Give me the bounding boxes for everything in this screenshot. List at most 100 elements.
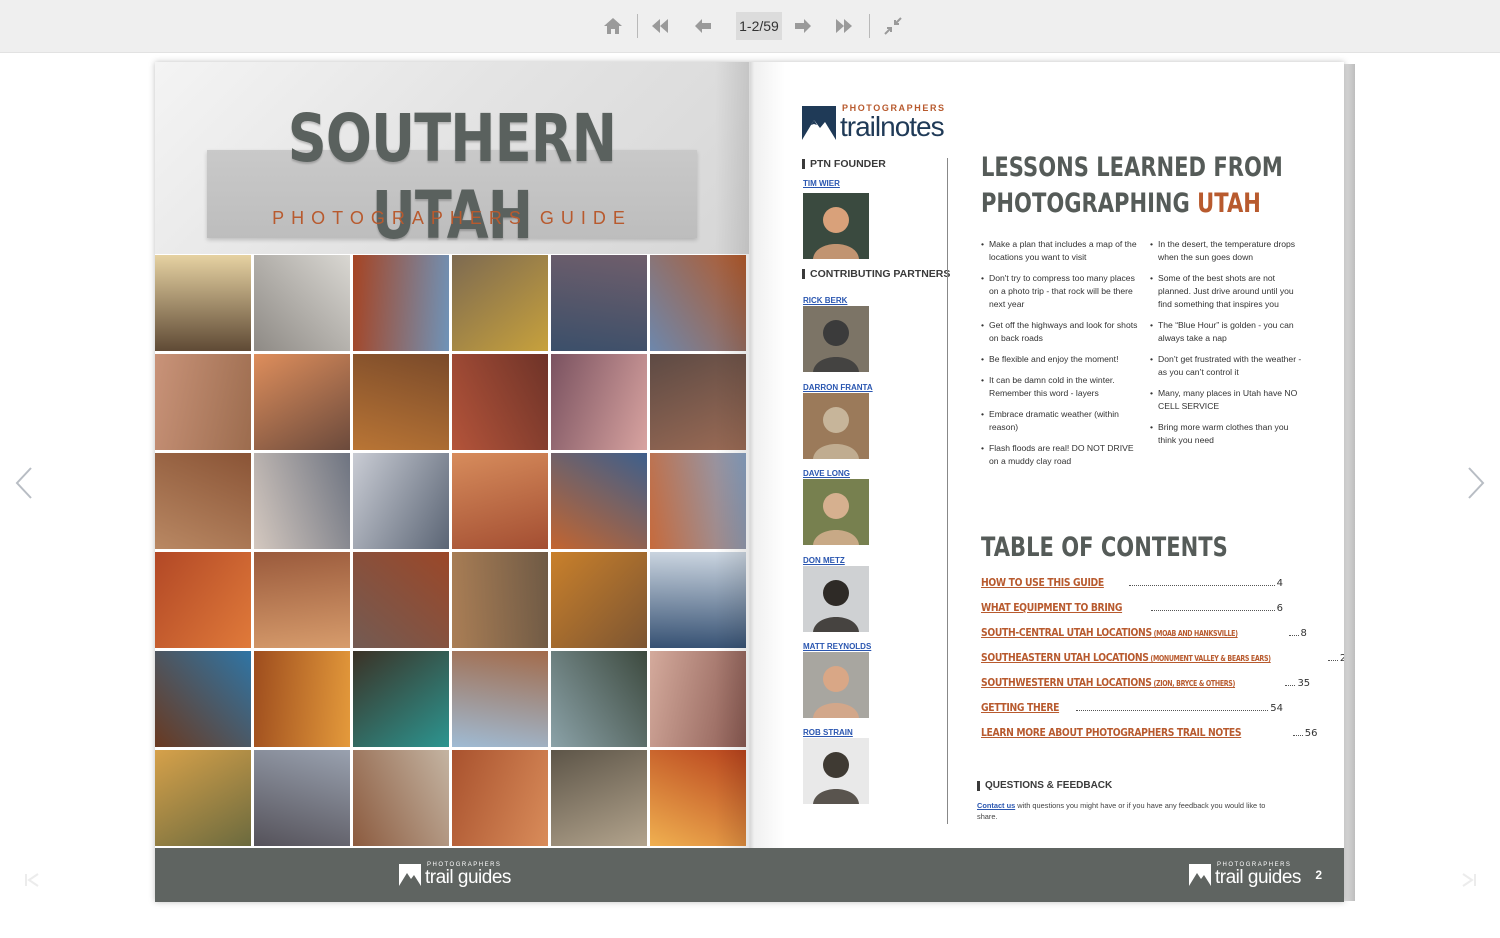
toc-link[interactable]: SOUTH-CENTRAL UTAH LOCATIONS (MOAB AND H… bbox=[981, 626, 1238, 639]
questions-feedback-text: Contact us with questions you might have… bbox=[977, 801, 1266, 821]
mountain-logo-icon bbox=[399, 863, 421, 886]
toc-page-number: 56 bbox=[1304, 728, 1318, 739]
toc-leader-dots bbox=[1327, 660, 1338, 661]
page-number: 2 bbox=[1315, 868, 1322, 882]
lesson-item: Get off the highways and look for shots … bbox=[981, 319, 1141, 345]
toc-link[interactable]: SOUTHWESTERN UTAH LOCATIONS (ZION, BRYCE… bbox=[981, 676, 1235, 689]
last-page-corner-icon[interactable] bbox=[1461, 872, 1477, 888]
photo-tile bbox=[551, 750, 647, 846]
lessons-column-1: Make a plan that includes a map of the l… bbox=[981, 238, 1141, 476]
toc-row[interactable]: HOW TO USE THIS GUIDE 4 bbox=[981, 576, 1283, 601]
toc-leader-dots bbox=[1292, 735, 1303, 736]
photo-tile bbox=[353, 354, 449, 450]
toolbar-separator bbox=[869, 14, 870, 38]
partner-photo bbox=[803, 738, 869, 804]
right-footer: PHOTOGRAPHERS trail guides 2 bbox=[749, 848, 1344, 902]
toc-link[interactable]: HOW TO USE THIS GUIDE bbox=[981, 576, 1104, 589]
previous-page-icon[interactable] bbox=[689, 12, 717, 40]
photo-tile bbox=[551, 453, 647, 549]
lesson-item: Make a plan that includes a map of the l… bbox=[981, 238, 1141, 264]
right-page[interactable]: PHOTOGRAPHERS trailnotes PTN FOUNDER TIM… bbox=[749, 62, 1344, 902]
toc-page-number: 8 bbox=[1300, 628, 1307, 639]
toc-row[interactable]: WHAT EQUIPMENT TO BRING 6 bbox=[981, 601, 1283, 626]
photo-tile bbox=[254, 750, 350, 846]
toc-page-number: 6 bbox=[1276, 603, 1283, 614]
first-page-corner-icon[interactable] bbox=[24, 872, 40, 888]
partner-name-link[interactable]: RICK BERK bbox=[803, 296, 847, 305]
toc-row[interactable]: SOUTHEASTERN UTAH LOCATIONS (MONUMENT VA… bbox=[981, 651, 1344, 676]
contact-us-link[interactable]: Contact us bbox=[977, 801, 1015, 810]
brand-big-text: trail guides bbox=[1215, 867, 1301, 888]
photo-tile bbox=[254, 552, 350, 648]
toc-row[interactable]: LEARN MORE ABOUT PHOTOGRAPHERS TRAIL NOT… bbox=[981, 726, 1318, 751]
photo-tile bbox=[452, 750, 548, 846]
photo-tile bbox=[650, 750, 746, 846]
photo-tile bbox=[155, 255, 251, 351]
partner-name-link[interactable]: DAVE LONG bbox=[803, 469, 850, 478]
photo-tile bbox=[254, 255, 350, 351]
toc-leader-dots bbox=[1075, 710, 1269, 711]
left-page[interactable]: SOUTHERN UTAH PHOTOGRAPHERS GUIDE PHOTOG… bbox=[155, 62, 749, 902]
photo-tile bbox=[452, 552, 548, 648]
toc-leader-dots bbox=[1129, 585, 1275, 586]
toolbar-separator bbox=[637, 14, 638, 38]
partner-name-link[interactable]: MATT REYNOLDS bbox=[803, 642, 871, 651]
toc-link[interactable]: SOUTHEASTERN UTAH LOCATIONS (MONUMENT VA… bbox=[981, 651, 1271, 664]
photo-tile bbox=[254, 651, 350, 747]
lesson-item: Flash floods are real! DO NOT DRIVE on a… bbox=[981, 442, 1141, 468]
next-arrow-icon[interactable] bbox=[1466, 466, 1486, 500]
logo-big-text: trailnotes bbox=[840, 111, 945, 142]
photo-tile bbox=[551, 354, 647, 450]
photo-tile bbox=[353, 453, 449, 549]
exit-fullscreen-icon[interactable] bbox=[879, 12, 907, 40]
photo-tile bbox=[155, 552, 251, 648]
photo-tile bbox=[551, 651, 647, 747]
founder-name-link[interactable]: TIM WIER bbox=[803, 179, 840, 188]
cover-subtitle: PHOTOGRAPHERS GUIDE bbox=[272, 208, 632, 228]
toc-page-number: 26 bbox=[1339, 653, 1344, 664]
toc-link[interactable]: LEARN MORE ABOUT PHOTOGRAPHERS TRAIL NOT… bbox=[981, 726, 1242, 739]
lesson-item: Some of the best shots are not planned. … bbox=[1150, 272, 1302, 311]
lessons-column-2: In the desert, the temperature drops whe… bbox=[1150, 238, 1302, 455]
toc-row[interactable]: SOUTH-CENTRAL UTAH LOCATIONS (MOAB AND H… bbox=[981, 626, 1307, 651]
photo-tile bbox=[155, 651, 251, 747]
toc-link[interactable]: GETTING THERE bbox=[981, 701, 1059, 714]
toc-row[interactable]: SOUTHWESTERN UTAH LOCATIONS (ZION, BRYCE… bbox=[981, 676, 1310, 701]
previous-arrow-icon[interactable] bbox=[14, 466, 34, 500]
lessons-title: LESSONS LEARNED FROM PHOTOGRAPHING UTAH bbox=[981, 152, 1283, 219]
lesson-item: Don’t get frustrated with the weather - … bbox=[1150, 353, 1302, 379]
photo-tile bbox=[452, 354, 548, 450]
lesson-item: Be flexible and enjoy the moment! bbox=[981, 353, 1141, 366]
first-page-icon[interactable] bbox=[646, 12, 674, 40]
last-page-icon[interactable] bbox=[830, 12, 858, 40]
lesson-item: Bring more warm clothes than you think y… bbox=[1150, 421, 1302, 447]
page-counter[interactable]: 1-2/59 bbox=[736, 12, 782, 40]
toc-leader-dots bbox=[1150, 610, 1275, 611]
photo-tile bbox=[254, 354, 350, 450]
trail-notes-logo: PHOTOGRAPHERS trailnotes bbox=[802, 104, 946, 141]
photo-tile bbox=[452, 453, 548, 549]
next-page-icon[interactable] bbox=[789, 12, 817, 40]
table-of-contents: HOW TO USE THIS GUIDE 4 WHAT EQUIPMENT TO … bbox=[981, 576, 1344, 751]
lesson-item: In the desert, the temperature drops whe… bbox=[1150, 238, 1302, 264]
photo-tile bbox=[155, 453, 251, 549]
lesson-item: Many, many places in Utah have NO CELL S… bbox=[1150, 387, 1302, 413]
partner-photo bbox=[803, 479, 869, 545]
photo-tile bbox=[650, 255, 746, 351]
partner-photo bbox=[803, 652, 869, 718]
photo-tile bbox=[551, 552, 647, 648]
toc-page-number: 4 bbox=[1276, 578, 1283, 589]
photo-tile bbox=[452, 651, 548, 747]
partner-name-link[interactable]: DARRON FRANTA bbox=[803, 383, 873, 392]
partner-name-link[interactable]: ROB STRAIN bbox=[803, 728, 853, 737]
founder-section-label: PTN FOUNDER bbox=[802, 158, 886, 170]
toc-row[interactable]: GETTING THERE 54 bbox=[981, 701, 1283, 726]
questions-feedback-label: QUESTIONS & FEEDBACK bbox=[977, 780, 1112, 791]
photo-tile bbox=[650, 552, 746, 648]
photo-tile bbox=[353, 552, 449, 648]
toc-leader-dots bbox=[1288, 635, 1299, 636]
book-spread: SOUTHERN UTAH PHOTOGRAPHERS GUIDE PHOTOG… bbox=[155, 62, 1344, 902]
home-icon[interactable] bbox=[599, 12, 627, 40]
toc-link[interactable]: WHAT EQUIPMENT TO BRING bbox=[981, 601, 1122, 614]
partner-name-link[interactable]: DON METZ bbox=[803, 556, 845, 565]
